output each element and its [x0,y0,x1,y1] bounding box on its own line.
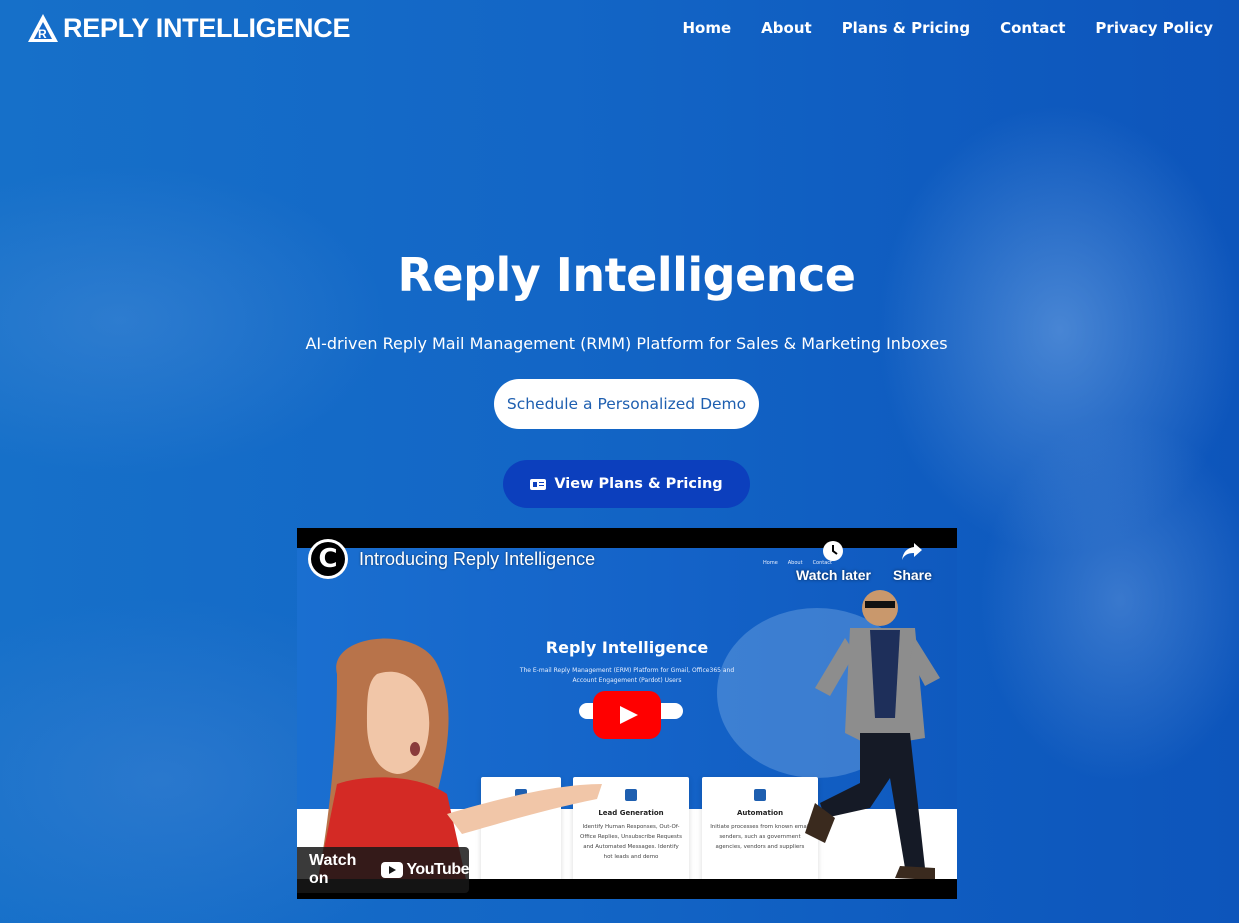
watch-later-button[interactable]: Watch later [796,540,871,583]
hero-title: Reply Intelligence [397,248,856,302]
watch-on-youtube-button[interactable]: Watch on YouTube [297,847,469,893]
watch-on-label: Watch on [309,852,357,887]
man-image [805,590,940,879]
youtube-embed[interactable]: Home About Contact Reply Intelligence Th… [297,528,957,899]
share-button[interactable]: Share [893,540,932,583]
play-button[interactable] [593,691,661,739]
site-logo[interactable]: R REPLY INTELLIGENCE [27,13,350,44]
clock-icon [823,541,844,561]
svg-text:R: R [38,27,47,41]
cube-icon [754,789,766,801]
logo-icon: R [28,14,58,42]
pricing-card-icon [530,478,547,490]
nav-plans-pricing[interactable]: Plans & Pricing [842,19,970,37]
hero-subtitle: AI-driven Reply Mail Management (RMM) Pl… [305,334,948,353]
nav-about[interactable]: About [761,19,812,37]
youtube-logo: YouTube [381,861,469,879]
nav-home[interactable]: Home [683,19,732,37]
schedule-demo-button[interactable]: Schedule a Personalized Demo [494,379,759,429]
view-plans-button[interactable]: View Plans & Pricing [503,460,750,508]
video-title[interactable]: Introducing Reply Intelligence [359,549,595,570]
nav-privacy-policy[interactable]: Privacy Policy [1095,19,1213,37]
logo-text: REPLY INTELLIGENCE [63,12,351,43]
main-nav: Home About Plans & Pricing Contact Priva… [683,19,1214,37]
youtube-play-icon [381,862,404,878]
view-plans-label: View Plans & Pricing [554,476,723,492]
channel-avatar[interactable]: C [308,539,348,579]
woman-image [317,638,602,879]
nav-contact[interactable]: Contact [1000,19,1065,37]
site-header: R REPLY INTELLIGENCE Home About Plans & … [0,0,1239,56]
share-icon [902,543,923,560]
puzzle-icon [625,789,637,801]
